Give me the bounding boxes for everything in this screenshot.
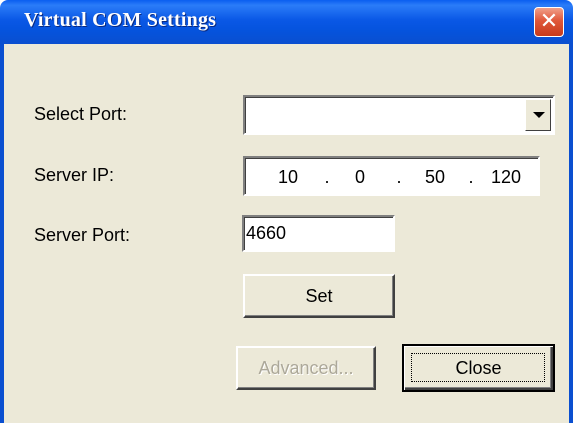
chevron-down-icon — [533, 112, 545, 118]
virtual-com-settings-dialog: Virtual COM Settings ✕ Select Port: Serv… — [0, 0, 573, 423]
server-ip-field[interactable]: 10 . 0 . 50 . 120 — [243, 156, 540, 196]
advanced-button: Advanced... — [236, 346, 376, 390]
window-frame-right — [569, 44, 573, 423]
ip-octet-4[interactable]: 120 — [481, 167, 531, 188]
ip-separator: . — [324, 167, 330, 187]
ip-separator: . — [468, 167, 474, 187]
select-port-dropdown[interactable] — [243, 95, 555, 135]
title-bar[interactable]: Virtual COM Settings ✕ — [0, 0, 573, 44]
select-port-label: Select Port: — [34, 104, 128, 124]
set-button[interactable]: Set — [243, 274, 395, 318]
ip-octet-1[interactable]: 10 — [263, 167, 313, 188]
dropdown-button[interactable] — [525, 99, 551, 131]
ip-octet-3[interactable]: 50 — [410, 167, 460, 188]
close-button[interactable]: Close — [402, 344, 555, 392]
close-button-label: Close — [455, 358, 502, 378]
server-port-input[interactable]: 4660 — [242, 215, 395, 252]
server-port-label: Server Port: — [34, 225, 131, 245]
server-ip-label: Server IP: — [34, 165, 115, 185]
window-title: Virtual COM Settings — [24, 9, 217, 31]
ip-octet-2[interactable]: 0 — [335, 167, 385, 188]
close-icon[interactable]: ✕ — [534, 7, 564, 37]
ip-separator: . — [396, 167, 402, 187]
